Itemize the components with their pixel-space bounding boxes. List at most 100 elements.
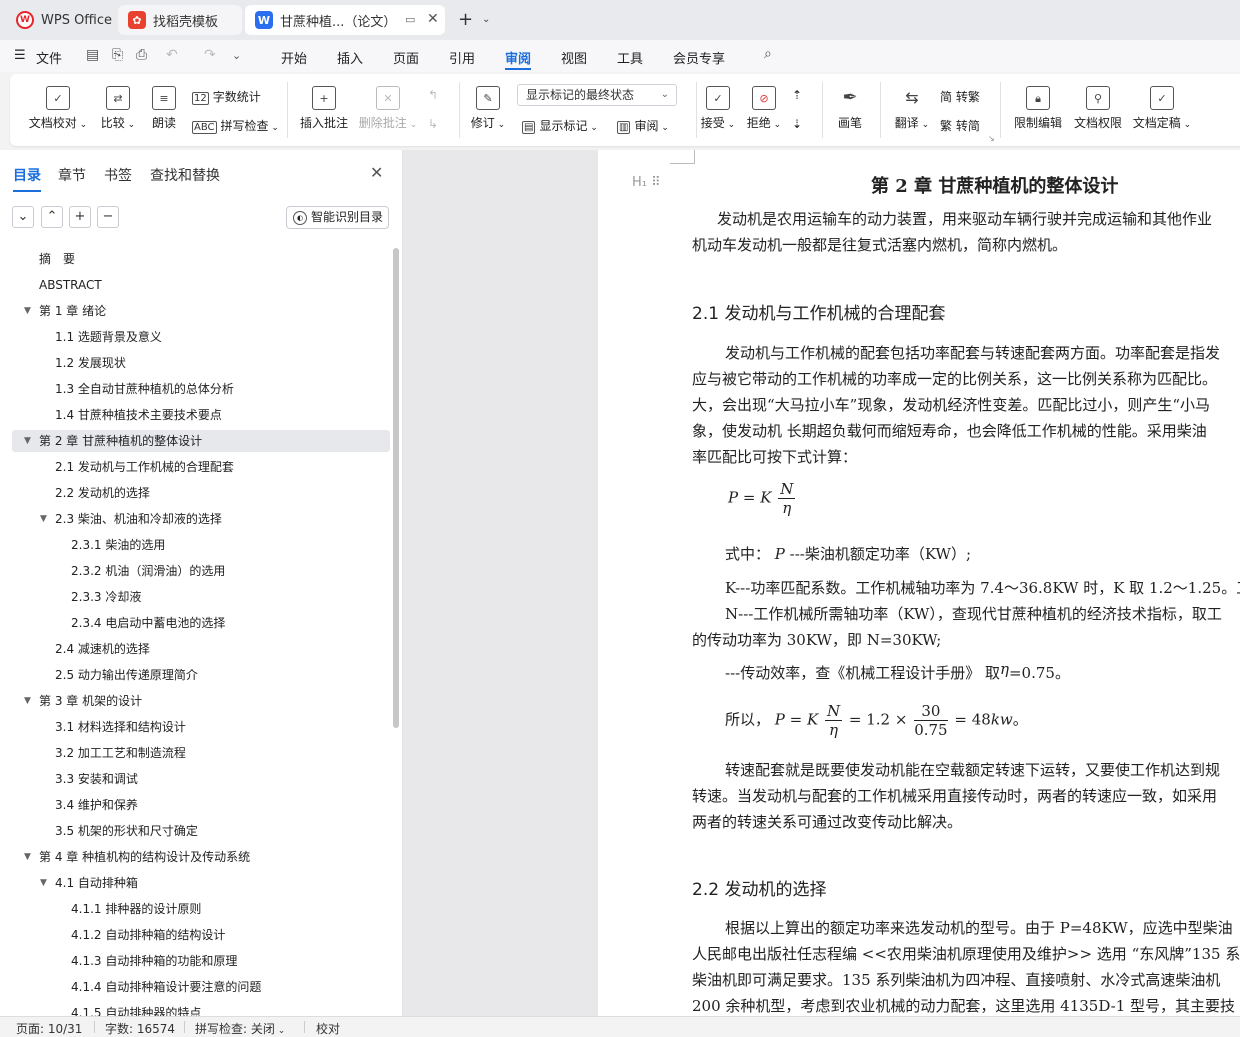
toc-item[interactable]: ▼ 2.3 柴油、机油和冷却液的选择	[12, 508, 390, 530]
track-changes-button[interactable]: ✎ 修订 ⌄	[466, 86, 510, 131]
nav-tab-sections[interactable]: 章节	[58, 165, 86, 185]
reject-button[interactable]: ⊘ 拒绝 ⌄	[744, 86, 784, 131]
nav-scrollbar[interactable]	[393, 248, 399, 728]
tab-document[interactable]: W 甘蔗种植...（论文） ▭ ✕	[245, 5, 445, 35]
menu-references[interactable]: 引用	[449, 48, 475, 67]
toc-item[interactable]: 2.3.1 柴油的选用	[12, 534, 390, 556]
insert-comment-button[interactable]: + 插入批注	[298, 86, 350, 131]
expand-arrow-icon[interactable]: ▼	[24, 300, 31, 322]
toc-item[interactable]: ABSTRACT	[12, 274, 390, 296]
toc-item[interactable]: 1.1 选题背景及意义	[12, 326, 390, 348]
previous-change-icon[interactable]: ⇡	[792, 88, 802, 102]
read-aloud-button[interactable]: ≡ 朗读	[148, 86, 180, 131]
accept-button[interactable]: ✓ 接受 ⌄	[700, 86, 736, 131]
show-markup-button[interactable]: ▤ 显示标记 ⌄	[522, 117, 598, 134]
expand-group-icon[interactable]: ↘	[988, 134, 995, 143]
toc-item[interactable]: 4.1.1 排种器的设计原则	[12, 898, 390, 920]
page-indicator[interactable]: 页面: 10/31	[16, 1020, 82, 1037]
menu-insert[interactable]: 插入	[337, 48, 363, 67]
previous-comment-icon[interactable]: ↰	[428, 88, 438, 102]
toc-item[interactable]: 3.1 材料选择和结构设计	[12, 716, 390, 738]
add-heading-button[interactable]: +	[69, 206, 91, 228]
tab-template[interactable]: ✿ 找稻壳模板	[118, 5, 242, 35]
markup-state-select[interactable]: 显示标记的最终状态 ⌄	[517, 84, 677, 106]
search-icon[interactable]: ⌕	[764, 46, 772, 62]
toc-item[interactable]: 2.3.3 冷却液	[12, 586, 390, 608]
to-simplified-button[interactable]: 繁 转简	[940, 117, 980, 134]
compare-button[interactable]: ⇄ 比较 ⌄	[96, 86, 140, 131]
collapse-all-button[interactable]: ⌄	[12, 206, 34, 228]
translate-button[interactable]: ⇆ 翻译 ⌄	[890, 86, 934, 131]
toc-item[interactable]: 4.1.3 自动排种箱的功能和原理	[12, 950, 390, 972]
tab-wps-office[interactable]: W WPS Office	[6, 5, 114, 35]
restrict-edit-button[interactable]: 🔒︎ 限制编辑	[1010, 86, 1066, 131]
toc-item[interactable]: 4.1.5 自动排种器的特点	[12, 1002, 390, 1016]
expand-up-button[interactable]: ⌃	[41, 206, 63, 228]
menu-member[interactable]: 会员专享	[673, 48, 725, 67]
print-preview-icon[interactable]: ⎙	[136, 47, 147, 63]
heading-drag-handle-icon[interactable]: H₁ ⠿	[632, 175, 661, 190]
chevron-down-icon[interactable]: ⌄	[482, 14, 490, 25]
toc-item[interactable]: 3.3 安装和调试	[12, 768, 390, 790]
review-pane-button[interactable]: ▥ 审阅 ⌄	[617, 117, 669, 134]
toc-item[interactable]: 1.2 发展现状	[12, 352, 390, 374]
doc-permission-button[interactable]: ⚲ 文档权限	[1070, 86, 1126, 131]
toc-item[interactable]: 1.3 全自动甘蔗种植机的总体分析	[12, 378, 390, 400]
close-icon[interactable]: ✕	[370, 163, 383, 182]
toc-item[interactable]: ▼ 4.1 自动排种箱	[12, 872, 390, 894]
new-tab-icon[interactable]: +	[458, 9, 473, 30]
redo-icon[interactable]: ↷	[204, 47, 216, 63]
remove-heading-button[interactable]: −	[97, 206, 119, 228]
close-tab-icon[interactable]: ✕	[427, 11, 439, 27]
menu-page[interactable]: 页面	[393, 48, 419, 67]
pen-button[interactable]: ✒ 画笔	[834, 86, 866, 131]
expand-arrow-icon[interactable]: ▼	[40, 508, 47, 530]
spell-check-button[interactable]: ABC 拼写检查 ⌄	[192, 117, 279, 134]
toc-item[interactable]: 1.4 甘蔗种植技术主要技术要点	[12, 404, 390, 426]
expand-arrow-icon[interactable]: ▼	[40, 872, 47, 894]
toc-item[interactable]: ▼ 第 1 章 绪论	[12, 300, 390, 322]
toc-item[interactable]: 2.3.4 电启动中蓄电池的选择	[12, 612, 390, 634]
toc-item[interactable]: ▼ 第 2 章 甘蔗种植机的整体设计	[12, 430, 390, 452]
undo-icon[interactable]: ↶	[166, 47, 178, 63]
toc-item[interactable]: 3.5 机架的形状和尺寸确定	[12, 820, 390, 842]
menu-view[interactable]: 视图	[561, 48, 587, 67]
export-icon[interactable]: ⎘	[112, 47, 123, 63]
expand-arrow-icon[interactable]: ▼	[24, 846, 31, 868]
toc-item[interactable]: 2.4 减速机的选择	[12, 638, 390, 660]
toc-item[interactable]: 摘 要	[12, 248, 390, 270]
finalize-button[interactable]: ✓ 文档定稿 ⌄	[1130, 86, 1194, 131]
toc-item[interactable]: ▼ 第 4 章 种植机构的结构设计及传动系统	[12, 846, 390, 868]
delete-comment-button[interactable]: ✕ 删除批注 ⌄	[358, 86, 418, 131]
spell-check-indicator[interactable]: 拼写检查: 关闭 ⌄	[195, 1020, 285, 1037]
nav-tab-find-replace[interactable]: 查找和替换	[150, 165, 220, 185]
hamburger-icon[interactable]: ☰	[14, 48, 26, 63]
toc-item[interactable]: 4.1.4 自动排种箱设计要注意的问题	[12, 976, 390, 998]
smart-toc-button[interactable]: ◐ 智能识别目录	[286, 206, 389, 229]
word-count-button[interactable]: 12 字数统计	[192, 88, 261, 105]
save-icon[interactable]: ▤	[86, 47, 99, 63]
next-change-icon[interactable]: ⇣	[792, 117, 802, 131]
toc-item[interactable]: 2.5 动力输出传递原理简介	[12, 664, 390, 686]
toc-item[interactable]: 3.4 维护和保养	[12, 794, 390, 816]
word-count-indicator[interactable]: 字数: 16574	[105, 1020, 175, 1037]
to-traditional-button[interactable]: 简 转繁	[940, 88, 980, 105]
menu-home[interactable]: 开始	[281, 48, 307, 67]
toc-item[interactable]: 4.1.2 自动排种箱的结构设计	[12, 924, 390, 946]
expand-arrow-icon[interactable]: ▼	[24, 690, 31, 712]
nav-tab-bookmarks[interactable]: 书签	[104, 165, 132, 185]
toc-item[interactable]: 2.3.2 机油（润滑油）的选用	[12, 560, 390, 582]
menu-review[interactable]: 审阅	[505, 48, 531, 67]
doc-check-button[interactable]: ✓ 文档校对 ⌄	[28, 86, 88, 131]
nav-tab-toc[interactable]: 目录	[13, 165, 41, 185]
chevron-down-icon[interactable]: ⌄	[232, 49, 241, 62]
monitor-icon[interactable]: ▭	[405, 13, 415, 26]
toc-item[interactable]: ▼ 第 3 章 机架的设计	[12, 690, 390, 712]
menu-tools[interactable]: 工具	[617, 48, 643, 67]
toc-item[interactable]: 2.2 发动机的选择	[12, 482, 390, 504]
proofread-indicator[interactable]: 校对	[316, 1020, 340, 1037]
menu-file[interactable]: 文件	[36, 48, 62, 67]
next-comment-icon[interactable]: ↳	[428, 117, 438, 131]
toc-item[interactable]: 2.1 发动机与工作机械的合理配套	[12, 456, 390, 478]
toc-item[interactable]: 3.2 加工工艺和制造流程	[12, 742, 390, 764]
